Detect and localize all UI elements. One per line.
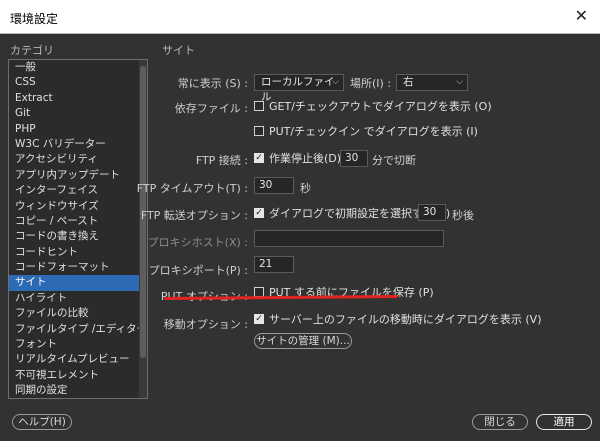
ftp-timeout-suffix: 秒 [300, 182, 311, 195]
put-checkin-option[interactable]: PUT/チェックイン でダイアログを表示 (I) [254, 125, 478, 139]
close-icon[interactable]: ✕ [575, 7, 588, 25]
sidebar-item[interactable]: PHP [9, 122, 139, 137]
always-show-value: ローカルファイル [261, 76, 335, 103]
sidebar-item[interactable]: フォント [9, 337, 139, 352]
checkmark-icon[interactable]: ✓ [254, 208, 264, 218]
checkmark-icon[interactable]: ✓ [254, 153, 264, 163]
dependent-files-label: 依存ファイル : [174, 102, 248, 115]
put-checkin-checkbox[interactable] [254, 126, 264, 136]
sidebar-item[interactable]: W3C バリデーター [9, 137, 139, 152]
checkmark-icon[interactable]: ✓ [254, 314, 264, 324]
position-label: 場所(I) : [350, 77, 392, 90]
sidebar-item[interactable]: リアルタイムプレビュー [9, 352, 139, 367]
get-checkout-checkbox[interactable] [254, 101, 264, 111]
apply-button[interactable]: 適用 [536, 414, 592, 430]
proxy-port-input[interactable]: 21 [254, 256, 294, 273]
move-option-label: 移動オプション : [163, 318, 248, 331]
help-button[interactable]: ヘルプ(H) [12, 414, 72, 430]
window-titlebar: 環境設定 ✕ [0, 0, 600, 34]
sidebar-item[interactable]: 同期の設定 [9, 383, 139, 398]
ftp-transfer-suffix: 秒後 [452, 209, 474, 222]
proxy-port-label: プロキシポート(P) : [148, 264, 248, 277]
move-dialog-label: サーバー上のファイルの移動時にダイアログを表示 (V) [269, 313, 542, 326]
ftp-timeout-label: FTP タイムアウト(T) : [136, 182, 248, 195]
put-checkin-label: PUT/チェックイン でダイアログを表示 (I) [269, 125, 478, 138]
move-dialog-option[interactable]: ✓ サーバー上のファイルの移動時にダイアログを表示 (V) [254, 313, 542, 327]
get-checkout-option[interactable]: GET/チェックアウトでダイアログを表示 (O) [254, 100, 492, 114]
ftp-transfer-label: FTP 転送オプション : [140, 209, 248, 222]
close-button[interactable]: 閉じる [472, 414, 528, 430]
sidebar-item[interactable]: 不可視エレメント [9, 368, 139, 383]
category-heading: カテゴリ [10, 44, 54, 57]
always-show-select[interactable]: ローカルファイル ⌵ [254, 74, 344, 103]
ftp-connection-label: FTP 接続 : [195, 154, 248, 167]
chevron-down-icon: ⌵ [332, 77, 339, 87]
section-heading: サイト [162, 44, 195, 57]
ftp-idle-label: 作業停止後(D) [269, 152, 342, 165]
chevron-down-icon: ⌵ [456, 77, 463, 87]
position-select[interactable]: 右 ⌵ [396, 74, 468, 91]
position-value: 右 [403, 76, 414, 88]
window-title: 環境設定 [10, 12, 59, 26]
manage-sites-button[interactable]: サイトの管理 (M)... [254, 333, 352, 349]
always-show-label: 常に表示 (S) : [177, 77, 248, 90]
ftp-timeout-input[interactable]: 30 [254, 177, 294, 194]
proxy-host-label: プロキシホスト(X) : [147, 236, 248, 249]
ftp-transfer-seconds-input[interactable]: 30 [418, 204, 446, 221]
sidebar-item[interactable]: 一般 [9, 60, 139, 75]
get-checkout-label: GET/チェックアウトでダイアログを表示 (O) [269, 100, 492, 113]
ftp-idle-suffix: 分で切断 [372, 154, 416, 167]
ftp-idle-minutes-input[interactable]: 30 [340, 150, 368, 167]
ftp-idle-option[interactable]: ✓ 作業停止後(D) [254, 152, 341, 166]
proxy-host-input[interactable] [254, 230, 444, 247]
